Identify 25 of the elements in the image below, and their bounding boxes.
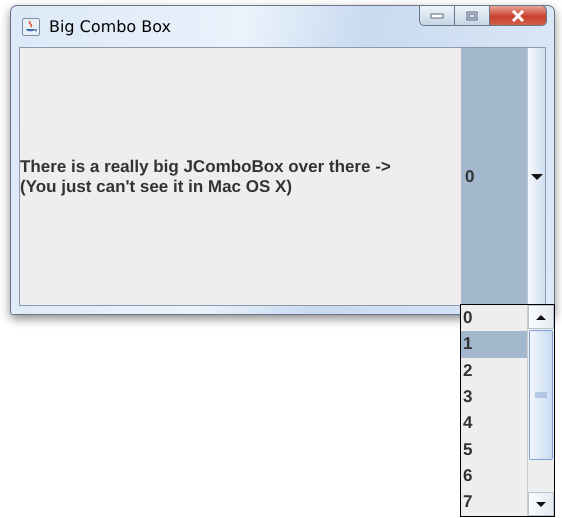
list-item[interactable]: 3 bbox=[461, 384, 527, 410]
close-icon bbox=[510, 10, 526, 22]
maximize-icon bbox=[466, 10, 478, 20]
message-text: There is a really big JComboBox over there -> bbox=[20, 156, 392, 176]
minimize-button[interactable] bbox=[419, 5, 454, 26]
java-cup-icon bbox=[22, 18, 40, 36]
maximize-button[interactable] bbox=[454, 5, 489, 26]
list-item[interactable]: 1 bbox=[461, 331, 527, 358]
caret-down-icon bbox=[530, 174, 542, 180]
scroll-thumb[interactable] bbox=[529, 330, 553, 460]
window-title: Big Combo Box bbox=[49, 17, 171, 36]
scroll-up-button[interactable] bbox=[528, 305, 554, 329]
list-item[interactable]: 7 bbox=[461, 489, 527, 516]
list-item[interactable]: 5 bbox=[461, 436, 527, 463]
message-text: (You just can't see it in Mac OS X) bbox=[20, 176, 293, 196]
close-button[interactable] bbox=[489, 5, 547, 26]
list-item[interactable]: 4 bbox=[461, 410, 527, 436]
scrollbar[interactable] bbox=[527, 305, 554, 516]
list-item[interactable]: 6 bbox=[461, 462, 527, 490]
list-item[interactable]: 2 bbox=[461, 358, 527, 384]
combo-value[interactable]: 0 bbox=[461, 48, 527, 305]
caret-down-icon bbox=[536, 502, 546, 506]
list-item[interactable]: 0 bbox=[461, 305, 527, 332]
minimize-icon bbox=[430, 12, 444, 18]
scroll-down-button[interactable] bbox=[528, 492, 554, 516]
